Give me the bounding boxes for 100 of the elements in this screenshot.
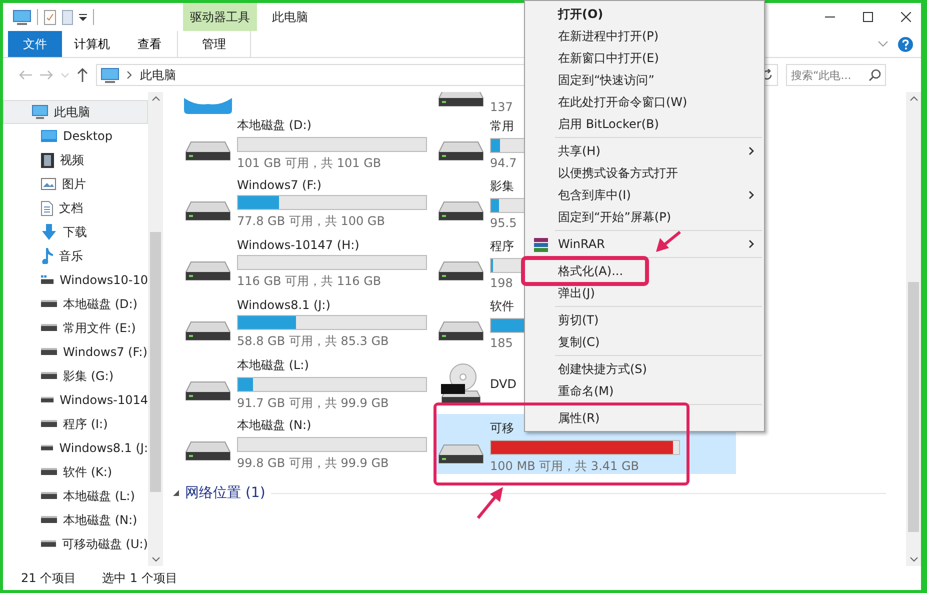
drive-tile[interactable]: 本地磁盘 (N:) 99.8 GB 可用，共 99.9 GB bbox=[183, 414, 436, 474]
scrollbar[interactable] bbox=[148, 92, 163, 566]
menu-item[interactable]: 固定到“开始”屏幕(P) bbox=[525, 206, 764, 228]
sidebar-item[interactable]: 软件 (K:) bbox=[3, 460, 148, 484]
maximize-icon[interactable] bbox=[863, 12, 873, 22]
drive-free-space: 77.8 GB 可用，共 100 GB bbox=[237, 213, 385, 230]
drive-tile[interactable]: Windows7 (F:) 77.8 GB 可用，共 100 GB bbox=[183, 174, 436, 234]
drive-icon bbox=[41, 444, 54, 452]
menu-item[interactable]: 创建快捷方式(S) bbox=[525, 358, 764, 380]
drive-free-space: 116 GB 可用，共 116 GB bbox=[237, 273, 382, 290]
status-text: 选中 1 个项目 bbox=[102, 570, 178, 586]
drive-icon bbox=[41, 396, 54, 404]
sidebar-item[interactable]: Windows10-10 bbox=[3, 268, 148, 292]
drive-name: 影集 bbox=[490, 178, 514, 195]
computer-icon[interactable] bbox=[13, 10, 31, 24]
sidebar-item[interactable]: 影集 (G:) bbox=[3, 364, 148, 388]
drive-tile[interactable]: Windows8.1 (J:) 58.8 GB 可用，共 85.3 GB bbox=[183, 294, 436, 354]
ribbon-tab[interactable]: 文件 bbox=[8, 31, 62, 57]
ribbon-tab[interactable]: 计算机 bbox=[62, 31, 122, 57]
scroll-up-icon[interactable] bbox=[910, 96, 918, 101]
menu-item[interactable]: 剪切(T) bbox=[525, 309, 764, 331]
drive-free-space: 94.7 bbox=[490, 156, 517, 170]
sidebar-item[interactable]: Windows8.1 (J: bbox=[3, 436, 148, 460]
sidebar-item[interactable]: 文档 bbox=[3, 196, 148, 220]
scrollbar[interactable] bbox=[906, 92, 921, 566]
window-title: 此电脑 bbox=[271, 8, 308, 26]
drive-icon bbox=[41, 516, 57, 524]
sidebar-item[interactable]: 本地磁盘 (D:) bbox=[3, 292, 148, 316]
drive-name: 程序 bbox=[490, 238, 514, 255]
menu-item[interactable]: 共享(H) bbox=[525, 140, 764, 162]
sidebar-item[interactable]: 图片 bbox=[3, 172, 148, 196]
menu-item[interactable]: 打开(O) bbox=[525, 3, 764, 25]
chevron-down-icon[interactable] bbox=[878, 41, 888, 47]
menu-item[interactable]: 在此处打开命令窗口(W) bbox=[525, 91, 764, 113]
menu-item[interactable]: 弹出(J) bbox=[525, 282, 764, 304]
checklist-icon[interactable] bbox=[44, 10, 56, 24]
sidebar-item[interactable]: 可移动磁盘 (U:) bbox=[3, 532, 148, 556]
sidebar-item[interactable]: 本地磁盘 (L:) bbox=[3, 484, 148, 508]
drive-free-space: 185 bbox=[490, 336, 513, 350]
section-header[interactable]: 网络位置 (1) bbox=[185, 484, 266, 502]
search-icon bbox=[869, 69, 881, 81]
menu-item[interactable]: 复制(C) bbox=[525, 331, 764, 353]
menu-item[interactable]: 启用 BitLocker(B) bbox=[525, 113, 764, 135]
sidebar-item[interactable]: 下载 bbox=[3, 220, 148, 244]
drive-name: 本地磁盘 (L:) bbox=[237, 356, 309, 374]
drive-free-space: 198 bbox=[490, 276, 513, 290]
music-note-icon bbox=[41, 248, 53, 264]
drive-free-space: 100 MB 可用，共 3.41 GB bbox=[490, 458, 639, 474]
sidebar-item[interactable]: 音乐 bbox=[3, 244, 148, 268]
drive-tile[interactable]: Windows-10147 (H:) 116 GB 可用，共 116 GB bbox=[183, 234, 436, 294]
drive-icon bbox=[41, 300, 57, 308]
pointer-arrow bbox=[476, 487, 503, 519]
dropdown-icon[interactable] bbox=[79, 14, 87, 20]
scroll-down-icon[interactable] bbox=[910, 557, 918, 562]
drive-free-space: 137 bbox=[490, 100, 513, 114]
dvd-drive-icon bbox=[441, 363, 481, 405]
status-text: 21 个项目 bbox=[21, 570, 76, 586]
scroll-up-icon[interactable] bbox=[152, 96, 160, 101]
drive-name: 本地磁盘 (D:) bbox=[237, 116, 312, 134]
up-arrow-icon[interactable] bbox=[77, 68, 88, 82]
scroll-down-icon[interactable] bbox=[152, 557, 160, 562]
drive-tile[interactable]: 本地磁盘 (D:) 101 GB 可用，共 101 GB bbox=[183, 114, 436, 174]
help-icon[interactable] bbox=[898, 36, 913, 52]
sidebar-item[interactable]: 视频 bbox=[3, 148, 148, 172]
computer-icon bbox=[32, 105, 48, 119]
drive-icon bbox=[41, 420, 57, 428]
ribbon-tab[interactable]: 查看 bbox=[122, 31, 177, 57]
close-icon[interactable] bbox=[901, 12, 911, 22]
drive-icon bbox=[41, 540, 56, 548]
menu-item[interactable]: WinRAR bbox=[525, 233, 764, 255]
down-arrow-icon bbox=[41, 224, 57, 240]
drive-tile[interactable]: 本地磁盘 (L:) 91.7 GB 可用，共 99.9 GB bbox=[183, 354, 436, 414]
sidebar-item[interactable]: Windows-1014 bbox=[3, 388, 148, 412]
sidebar-item[interactable]: Desktop bbox=[3, 124, 148, 148]
document-icon bbox=[41, 200, 53, 216]
archive-books-icon bbox=[533, 237, 549, 253]
drive-name: 可移 bbox=[490, 420, 514, 436]
menu-item[interactable]: 在新进程中打开(P) bbox=[525, 25, 764, 47]
menu-item[interactable]: 以便携式设备方式打开 bbox=[525, 162, 764, 184]
menu-item[interactable]: 重命名(M) bbox=[525, 380, 764, 402]
sidebar-item[interactable]: 此电脑 bbox=[3, 100, 148, 124]
film-icon bbox=[41, 152, 54, 168]
menu-item[interactable]: 包含到库中(I) bbox=[525, 184, 764, 206]
drive-icon bbox=[41, 324, 57, 332]
expand-triangle-icon[interactable] bbox=[173, 490, 179, 496]
sidebar-item[interactable]: 程序 (I:) bbox=[3, 412, 148, 436]
computer-icon bbox=[101, 68, 119, 82]
menu-item[interactable]: 格式化(A)... bbox=[525, 260, 764, 282]
desktop-icon bbox=[41, 130, 57, 142]
sidebar-item[interactable]: Windows7 (F:) bbox=[3, 340, 148, 364]
sidebar-item[interactable]: 本地磁盘 (N:) bbox=[3, 508, 148, 532]
tool-group-header: 驱动器工具 bbox=[183, 3, 257, 31]
system-drive-icon bbox=[41, 274, 54, 286]
sidebar-item[interactable]: 常用文件 (E:) bbox=[3, 316, 148, 340]
chevron-right-icon bbox=[127, 71, 132, 79]
drive-name: Windows8.1 (J:) bbox=[237, 298, 330, 312]
drive-free-space: 101 GB 可用，共 101 GB bbox=[237, 154, 382, 172]
ribbon-tab[interactable]: 管理 bbox=[177, 31, 251, 57]
pointer-arrow bbox=[656, 230, 681, 252]
search-field[interactable]: 搜索“此电... bbox=[786, 64, 886, 86]
